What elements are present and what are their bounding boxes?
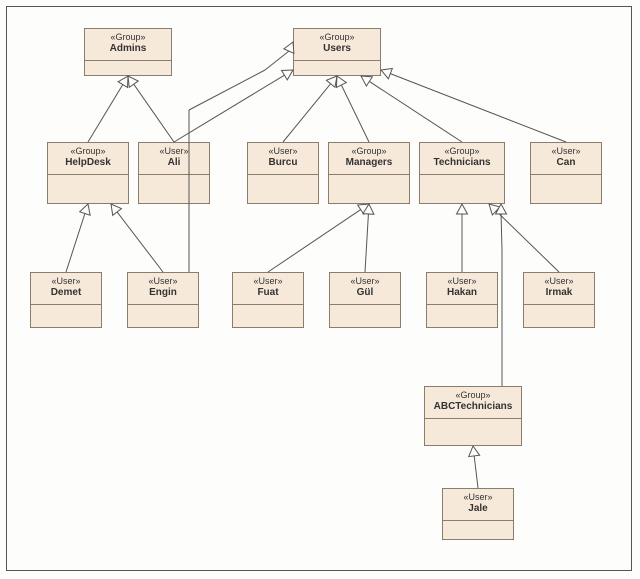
node-name: Users [298,43,376,56]
node-name: Ali [143,157,205,170]
node-gul: «User»Gül [329,272,401,328]
stereotype: «Group» [429,390,517,401]
stereotype: «Group» [424,146,500,157]
node-can: «User»Can [530,142,602,204]
stereotype: «User» [35,276,97,287]
node-ali: «User»Ali [138,142,210,204]
stereotype: «Group» [298,32,376,43]
stereotype: «Group» [333,146,405,157]
node-users: «Group»Users [293,28,381,76]
node-name: Engin [132,287,194,300]
node-name: Fuat [237,287,299,300]
stereotype: «Group» [52,146,124,157]
node-demet: «User»Demet [30,272,102,328]
node-name: ABCTechnicians [429,401,517,414]
stereotype: «User» [447,492,509,503]
node-irmak: «User»Irmak [523,272,595,328]
node-name: Irmak [528,287,590,300]
stereotype: «User» [431,276,493,287]
node-abctechnicians: «Group»ABCTechnicians [424,386,522,446]
stereotype: «User» [132,276,194,287]
stereotype: «User» [237,276,299,287]
node-name: Burcu [252,157,314,170]
node-helpdesk: «Group»HelpDesk [47,142,129,204]
node-technicians: «Group»Technicians [419,142,505,204]
stereotype: «User» [143,146,205,157]
node-name: Gül [334,287,396,300]
node-name: Managers [333,157,405,170]
stereotype: «User» [535,146,597,157]
stereotype: «User» [528,276,590,287]
node-fuat: «User»Fuat [232,272,304,328]
node-name: Hakan [431,287,493,300]
node-jale: «User»Jale [442,488,514,540]
node-name: Jale [447,503,509,516]
node-name: Can [535,157,597,170]
node-name: Technicians [424,157,500,170]
node-name: Admins [89,43,167,56]
node-name: HelpDesk [52,157,124,170]
node-admins: «Group»Admins [84,28,172,76]
stereotype: «User» [252,146,314,157]
node-managers: «Group»Managers [328,142,410,204]
node-name: Demet [35,287,97,300]
stereotype: «User» [334,276,396,287]
node-engin: «User»Engin [127,272,199,328]
node-burcu: «User»Burcu [247,142,319,204]
node-hakan: «User»Hakan [426,272,498,328]
stereotype: «Group» [89,32,167,43]
